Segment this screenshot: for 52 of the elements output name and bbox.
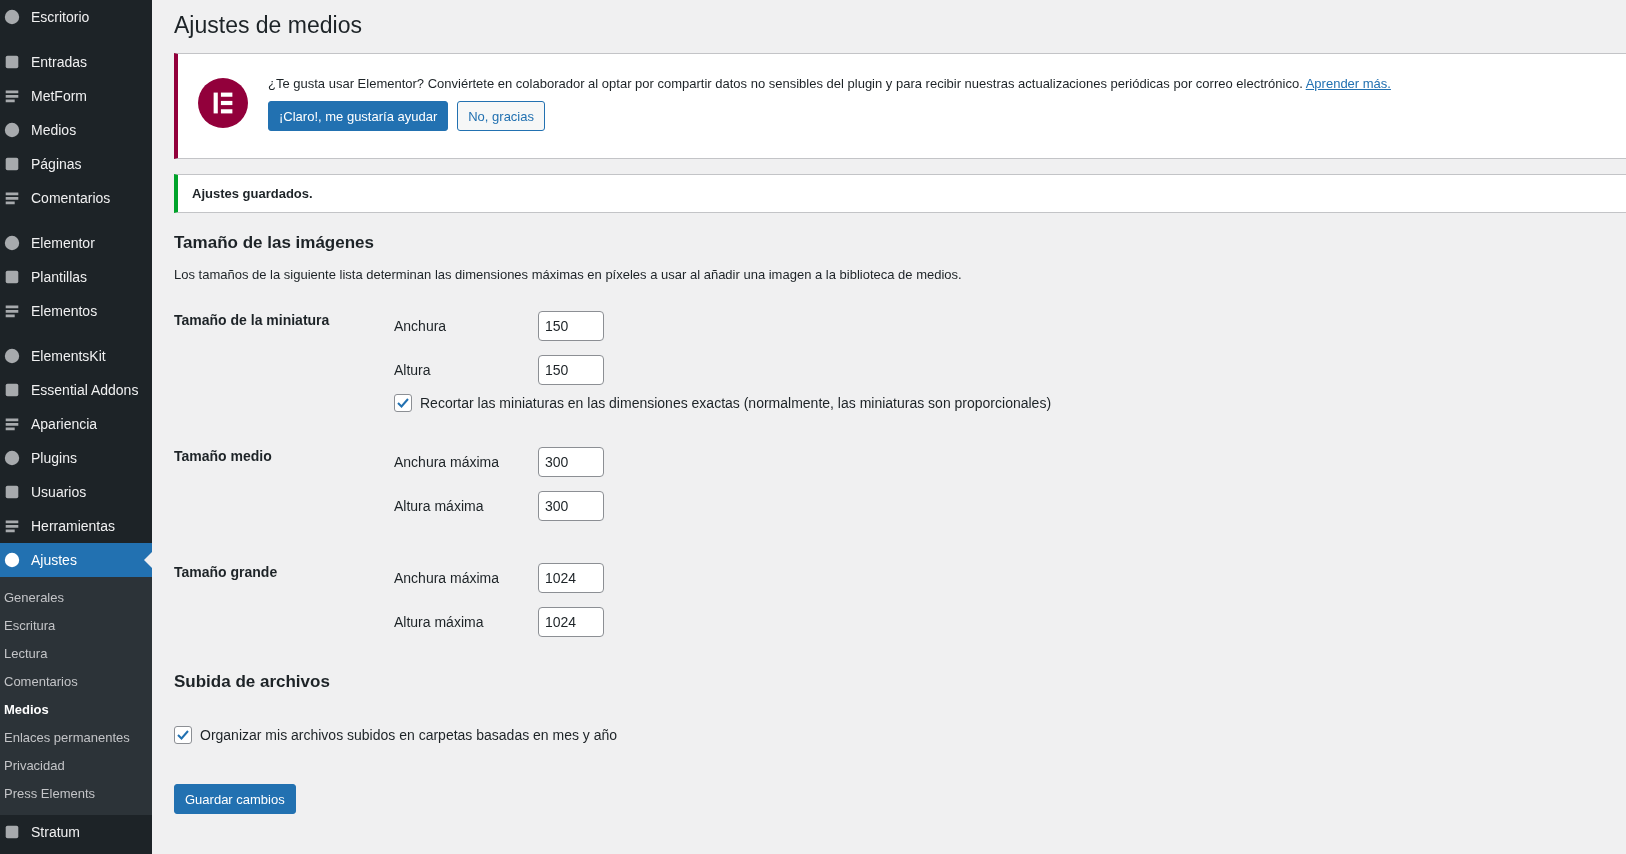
number-field[interactable]: 300 bbox=[538, 447, 604, 477]
learn-more-link[interactable]: Aprender más. bbox=[1305, 76, 1391, 91]
sidebar-item[interactable]: Apariencia bbox=[0, 407, 152, 441]
sidebar-item[interactable]: Herramientas bbox=[0, 509, 152, 543]
sidebar-item[interactable]: Elementor bbox=[0, 226, 152, 260]
success-notice: Ajustes guardados. bbox=[174, 174, 1626, 213]
section-description: Los tamaños de la siguiente lista determinan las dimensiones máximas en píxeles a usar al añadir una imagen a la biblioteca de medios. bbox=[174, 267, 963, 282]
sidebar-item[interactable]: Stratum bbox=[0, 815, 152, 849]
sidebar-item[interactable]: Essential Addons bbox=[0, 373, 152, 407]
submenu-item[interactable]: Medios bbox=[0, 696, 152, 724]
sidebar-item[interactable]: Ajustes bbox=[0, 543, 152, 577]
sidebar-item[interactable]: Plugins bbox=[0, 441, 152, 475]
field-label: Altura bbox=[394, 362, 432, 378]
number-field[interactable]: 1024 bbox=[538, 563, 604, 593]
sidebar-item[interactable]: Usuarios bbox=[0, 475, 152, 509]
number-field[interactable]: 150 bbox=[538, 355, 604, 385]
sidebar-item[interactable]: Plantillas bbox=[0, 260, 152, 294]
notice-text: ¿Te gusta usar Elementor? Conviértete en colaborador al optar por compartir datos no sensibles del plugin y para recibir nuestras actualizaciones periódicas por correo electrónico. bbox=[268, 76, 1303, 91]
sidebar-item[interactable]: Páginas bbox=[0, 147, 152, 181]
field-label: Altura máxima bbox=[394, 614, 485, 630]
submenu-item[interactable]: Enlaces permanentes bbox=[0, 724, 152, 752]
submenu-item[interactable]: Comentarios bbox=[0, 668, 152, 696]
submenu-item[interactable]: Lectura bbox=[0, 640, 152, 668]
section-heading: Subida de archivos bbox=[174, 672, 331, 692]
sidebar-item[interactable]: Escritorio bbox=[0, 0, 152, 34]
page-title: Ajustes de medios bbox=[174, 12, 363, 39]
checkbox-label: Organizar mis archivos subidos en carpetas basadas en mes y año bbox=[200, 727, 618, 743]
setting-label: Tamaño medio bbox=[174, 448, 272, 464]
number-field[interactable]: 150 bbox=[538, 311, 604, 341]
sidebar-item[interactable]: Entradas bbox=[0, 45, 152, 79]
number-field[interactable]: 300 bbox=[538, 491, 604, 521]
sidebar-item[interactable]: Comentarios bbox=[0, 181, 152, 215]
accept-button[interactable]: ¡Claro!, me gustaría ayudar bbox=[268, 101, 449, 131]
number-field[interactable]: 1024 bbox=[538, 607, 604, 637]
save-button[interactable]: Guardar cambios bbox=[174, 784, 296, 814]
sidebar-item[interactable]: ElementsKit bbox=[0, 339, 152, 373]
setting-label: Tamaño de la miniatura bbox=[174, 312, 330, 328]
submenu-item[interactable]: Privacidad bbox=[0, 752, 152, 780]
field-label: Altura máxima bbox=[394, 498, 485, 514]
sidebar-item[interactable]: MetForm bbox=[0, 79, 152, 113]
sidebar-item[interactable]: Medios bbox=[0, 113, 152, 147]
submenu-item[interactable]: Press Elements bbox=[0, 780, 152, 808]
sidebar-item[interactable]: Elementos bbox=[0, 294, 152, 328]
decline-button[interactable]: No, gracias bbox=[457, 101, 545, 131]
field-label: Anchura máxima bbox=[394, 454, 501, 470]
submenu-item[interactable]: Generales bbox=[0, 584, 152, 612]
checkbox-label: Recortar las miniaturas en las dimensiones exactas (normalmente, las miniaturas son proporcionales) bbox=[420, 395, 1052, 411]
submenu-item[interactable]: Escritura bbox=[0, 612, 152, 640]
field-label: Anchura máxima bbox=[394, 570, 501, 586]
section-heading: Tamaño de las imágenes bbox=[174, 233, 375, 253]
setting-label: Tamaño grande bbox=[174, 564, 278, 580]
field-label: Anchura bbox=[394, 318, 448, 334]
